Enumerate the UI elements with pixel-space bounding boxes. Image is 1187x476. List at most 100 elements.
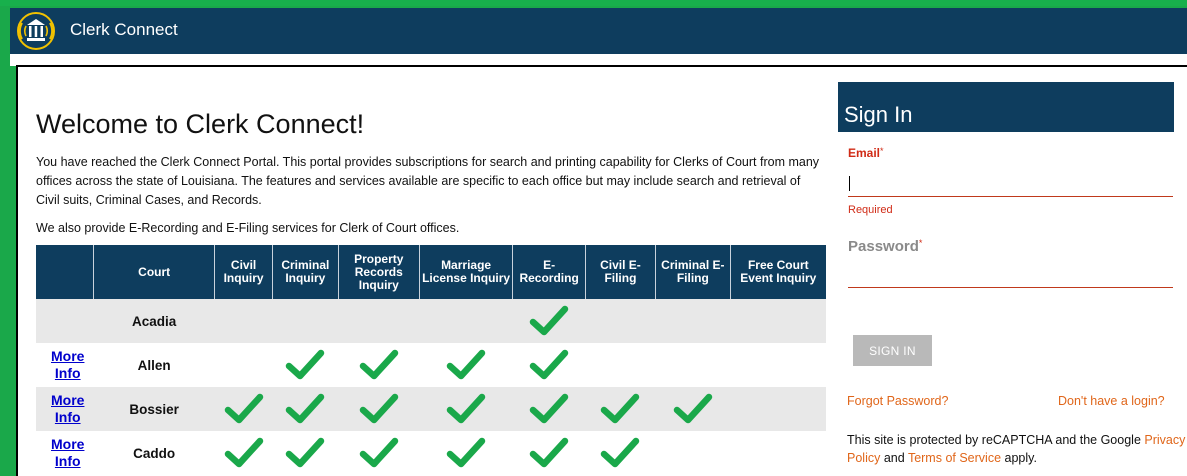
main-content: Welcome to Clerk Connect! You have reach…	[16, 65, 1187, 476]
required-star: *	[918, 238, 923, 248]
email-field[interactable]	[848, 172, 1173, 197]
service-cell	[655, 387, 731, 431]
intro-paragraph: You have reached the Clerk Connect Porta…	[36, 155, 820, 207]
column-header: Criminal E-Filing	[655, 245, 731, 299]
service-cell	[272, 299, 339, 343]
column-header: Property Records Inquiry	[338, 245, 420, 299]
service-cell	[730, 387, 826, 431]
more-info-cell	[36, 299, 94, 343]
check-icon	[286, 349, 325, 380]
service-cell	[513, 343, 585, 387]
check-icon	[446, 349, 486, 380]
column-header: E-Recording	[512, 245, 586, 299]
more-info-cell: More Info	[36, 431, 93, 475]
password-field[interactable]	[848, 263, 1173, 288]
service-cell	[730, 431, 826, 475]
more-info-cell: More Info	[36, 387, 94, 431]
courthouse-logo-icon	[17, 12, 55, 50]
top-accent-bar	[0, 0, 1187, 6]
more-info-link[interactable]: More Info	[48, 348, 88, 382]
service-cell	[512, 387, 586, 431]
recaptcha-text: This site is protected by reCAPTCHA and …	[847, 433, 1141, 447]
service-cell	[215, 431, 272, 475]
column-header: Civil E-Filing	[585, 245, 657, 299]
app-title[interactable]: Clerk Connect	[70, 20, 178, 40]
table-header-row: Court Civil Inquiry Criminal Inquiry Pro…	[36, 245, 826, 299]
service-cell	[419, 431, 513, 475]
page-title: Welcome to Clerk Connect!	[36, 109, 365, 139]
column-header	[36, 245, 94, 299]
check-icon	[601, 393, 640, 424]
service-cell	[512, 299, 586, 343]
password-label: Password*	[848, 238, 922, 255]
check-icon	[286, 437, 325, 468]
required-error: Required	[848, 204, 893, 216]
service-cell	[656, 431, 731, 475]
check-icon	[446, 393, 486, 424]
email-label-text: Email	[848, 146, 881, 160]
terms-of-service-link[interactable]: Terms of Service	[908, 451, 1001, 465]
table-row: More Info Allen	[36, 343, 826, 387]
check-icon	[601, 437, 640, 468]
service-cell	[214, 387, 273, 431]
app-header: Clerk Connect	[10, 8, 1187, 54]
service-cell	[585, 431, 655, 475]
service-cell	[338, 299, 420, 343]
service-cell	[585, 387, 656, 431]
service-cell	[656, 343, 731, 387]
more-info-link[interactable]: More Info	[48, 436, 88, 470]
service-cell	[730, 343, 826, 387]
password-label-text: Password	[848, 238, 919, 255]
table-row: Acadia	[36, 299, 826, 343]
check-icon	[224, 393, 263, 424]
court-name: Bossier	[93, 387, 215, 431]
court-name: Allen	[137, 357, 171, 373]
service-cell	[214, 299, 273, 343]
service-cell	[585, 299, 656, 343]
required-star: *	[880, 146, 884, 156]
court-name: Caddo	[133, 445, 176, 461]
column-header: Civil Inquiry	[214, 245, 273, 299]
recaptcha-and: and	[883, 451, 905, 465]
service-cell	[338, 343, 419, 387]
service-cell	[272, 343, 338, 387]
check-icon	[529, 305, 569, 336]
service-cell	[215, 343, 272, 387]
check-icon	[446, 437, 486, 468]
recaptcha-notice: This site is protected by reCAPTCHA and …	[847, 431, 1187, 467]
check-icon	[529, 437, 569, 468]
service-cell	[338, 387, 420, 431]
check-icon	[224, 437, 263, 468]
service-cell	[272, 387, 339, 431]
service-cell	[272, 431, 338, 475]
table-row: More Info Bossier	[36, 387, 826, 431]
service-cell	[419, 387, 513, 431]
sign-in-button[interactable]: SIGN IN	[853, 335, 932, 366]
column-header: Free Court Event Inquiry	[730, 245, 826, 299]
court-name: Acadia	[93, 299, 215, 343]
check-icon	[529, 349, 569, 380]
service-cell	[585, 343, 655, 387]
service-cell	[419, 299, 513, 343]
service-cell	[338, 431, 419, 475]
service-cell	[513, 431, 585, 475]
check-icon	[359, 349, 399, 380]
check-icon	[673, 393, 713, 424]
service-cell	[655, 299, 731, 343]
register-link[interactable]: Don't have a login?	[1058, 394, 1165, 408]
check-icon	[359, 393, 399, 424]
sign-in-header: Sign In	[838, 82, 1174, 132]
service-cell	[419, 343, 513, 387]
column-header: Marriage License Inquiry	[419, 245, 514, 299]
more-info-cell: More Info	[36, 343, 93, 387]
table-row: More Info Caddo	[36, 431, 826, 475]
column-header: Court	[93, 245, 216, 299]
check-icon	[286, 393, 325, 424]
more-info-link[interactable]: More Info	[48, 392, 88, 426]
service-cell	[730, 299, 826, 343]
check-icon	[529, 393, 569, 424]
recaptcha-apply: apply.	[1004, 451, 1037, 465]
text-caret	[849, 176, 850, 191]
court-services-table: Court Civil Inquiry Criminal Inquiry Pro…	[36, 245, 826, 475]
forgot-password-link[interactable]: Forgot Password?	[847, 394, 948, 408]
